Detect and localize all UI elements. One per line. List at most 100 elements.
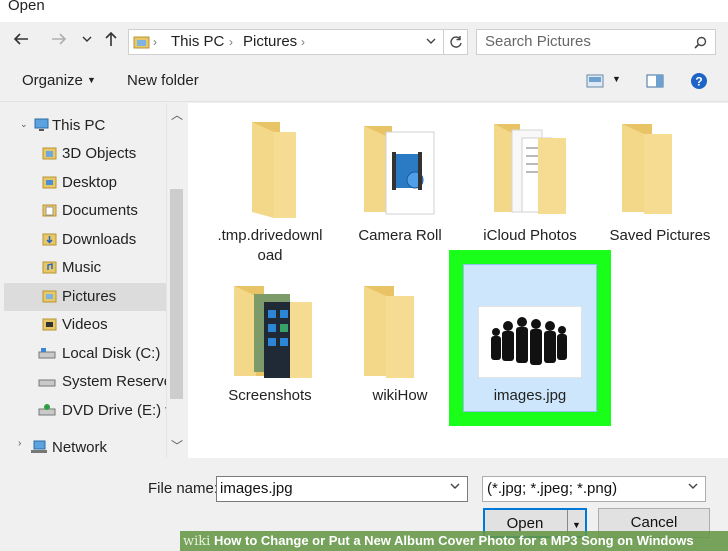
image-thumbnail (478, 306, 582, 378)
file-name: iCloud Photos (483, 227, 577, 244)
folder-icon (364, 286, 414, 378)
file-name: Screenshots (228, 387, 312, 404)
change-view-button[interactable] (586, 74, 604, 91)
folder-icon (364, 126, 435, 215)
sidebar-item-label: Local Disk (C:) (62, 345, 161, 362)
breadcrumb-separator: › (301, 35, 305, 49)
file-name-history-button[interactable] (449, 480, 461, 495)
file-tile-wikihow[interactable]: wikiHow (342, 282, 458, 412)
sidebar-item-3d-objects[interactable]: 3D Objects (4, 140, 166, 168)
view-icon (586, 74, 604, 88)
search-box[interactable]: Search Pictures (476, 29, 716, 55)
help-button[interactable]: ? (690, 72, 708, 93)
arrow-left-icon (13, 33, 28, 45)
recent-locations-button[interactable] (76, 30, 98, 52)
arrow-up-icon (105, 31, 117, 46)
svg-text:?: ? (695, 75, 702, 89)
chevron-down-icon (82, 36, 92, 42)
sidebar-item-label: Music (62, 259, 102, 276)
sidebar-item-label: Downloads (62, 231, 137, 248)
watermark-text: How to Change or Put a New Album Cover P… (213, 533, 694, 548)
sidebar-item-label: This PC (52, 117, 106, 134)
window-title: Open (8, 0, 45, 14)
navigation-bar: › This PC › Pictures › Search Pictures (0, 22, 728, 62)
folder-icon (42, 204, 57, 217)
sidebar-item-label: Documents (62, 202, 138, 219)
drive-icon (38, 348, 56, 359)
refresh-button[interactable] (444, 29, 468, 55)
folder-icon (42, 261, 57, 274)
view-options-button[interactable]: ▼ (612, 74, 621, 84)
up-button[interactable] (100, 30, 122, 52)
sidebar-item-label: Videos (62, 316, 108, 333)
folder-icon (42, 290, 57, 303)
help-icon: ? (691, 73, 707, 89)
scroll-up-icon[interactable]: ︿ (170, 106, 184, 123)
folder-icon (494, 124, 566, 214)
file-name: Camera Roll (358, 227, 442, 244)
address-history-button[interactable] (425, 34, 437, 50)
folder-icon (42, 147, 57, 160)
search-icon[interactable] (694, 36, 707, 49)
chevron-down-icon (687, 480, 699, 495)
forward-button[interactable] (48, 30, 70, 52)
breadcrumb-separator: › (153, 35, 157, 49)
file-tile-screenshots[interactable]: Screenshots (212, 282, 328, 412)
file-tile-camera-roll[interactable]: Camera Roll (342, 118, 458, 248)
watermark-brand: wiki (183, 534, 211, 549)
sidebar-item-desktop[interactable]: Desktop (4, 169, 166, 197)
breadcrumb-pictures[interactable]: Pictures (243, 33, 297, 50)
file-tile-images-jpg[interactable]: images.jpg (472, 306, 588, 410)
back-button[interactable] (10, 30, 32, 52)
folder-icon (42, 176, 57, 189)
file-tile-tmp-drivedownload[interactable]: .tmp.drivedownl oad (212, 118, 328, 268)
file-tile-saved-pictures[interactable]: Saved Pictures (602, 118, 718, 248)
new-folder-button[interactable]: New folder (127, 72, 199, 89)
preview-pane-button[interactable] (646, 74, 664, 91)
folder-icon (42, 318, 57, 331)
sidebar-item-label: Desktop (62, 174, 118, 191)
chevron-down-icon[interactable]: ⌄ (20, 119, 28, 130)
search-placeholder: Search Pictures (485, 33, 591, 50)
sidebar-item-label: Pictures (62, 288, 117, 305)
organize-label: Organize (22, 72, 83, 89)
network-icon (31, 440, 47, 453)
dvd-drive-icon (38, 404, 56, 416)
scroll-down-icon[interactable]: ﹀ (170, 437, 184, 454)
file-name-label: File name: (148, 480, 219, 497)
file-name-field[interactable]: images.jpg (216, 476, 468, 502)
sidebar-item-this-pc[interactable]: ⌄ This PC (4, 112, 166, 140)
scrollbar-thumb[interactable] (170, 189, 183, 399)
chevron-right-icon[interactable]: › (18, 438, 21, 449)
sidebar-item-label: Network (52, 439, 108, 456)
sidebar-item-dvd-drive[interactable]: DVD Drive (E:) w (4, 397, 166, 425)
breadcrumb-this-pc[interactable]: This PC (171, 33, 224, 50)
file-type-select[interactable]: (*.jpg; *.jpeg; *.png) (482, 476, 706, 502)
organize-button[interactable]: Organize ▼ (22, 72, 96, 89)
folder-icon (42, 233, 57, 246)
file-name-continued: oad (257, 247, 283, 264)
sidebar-item-documents[interactable]: Documents (4, 197, 166, 225)
drive-icon (38, 379, 56, 387)
file-type-value: (*.jpg; *.jpeg; *.png) (487, 480, 618, 497)
breadcrumb-separator: › (229, 35, 233, 49)
file-tile-icloud-photos[interactable]: iCloud Photos (472, 118, 588, 248)
file-name: .tmp.drivedownl (217, 227, 323, 244)
file-name: images.jpg (493, 387, 567, 404)
folder-icon (252, 122, 296, 218)
address-bar[interactable]: › This PC › Pictures › (128, 29, 444, 55)
file-name-value: images.jpg (220, 480, 293, 497)
sidebar-item-pictures[interactable]: Pictures (4, 283, 166, 311)
sidebar-scrollbar[interactable]: ︿ ﹀ (166, 103, 186, 458)
preview-pane-icon (646, 74, 664, 88)
caret-down-icon: ▼ (612, 74, 621, 84)
sidebar-item-videos[interactable]: Videos (4, 311, 166, 339)
navigation-pane: ⌄ This PC 3D Objects Desktop Documents D… (0, 103, 186, 458)
sidebar-item-downloads[interactable]: Downloads (4, 226, 166, 254)
sidebar-item-local-disk[interactable]: Local Disk (C:) (4, 340, 166, 368)
computer-icon (34, 118, 49, 131)
caret-down-icon: ▼ (87, 75, 96, 85)
arrow-right-icon (52, 33, 67, 45)
sidebar-item-system-reserved[interactable]: System Reserved (4, 368, 166, 396)
sidebar-item-music[interactable]: Music (4, 254, 166, 282)
